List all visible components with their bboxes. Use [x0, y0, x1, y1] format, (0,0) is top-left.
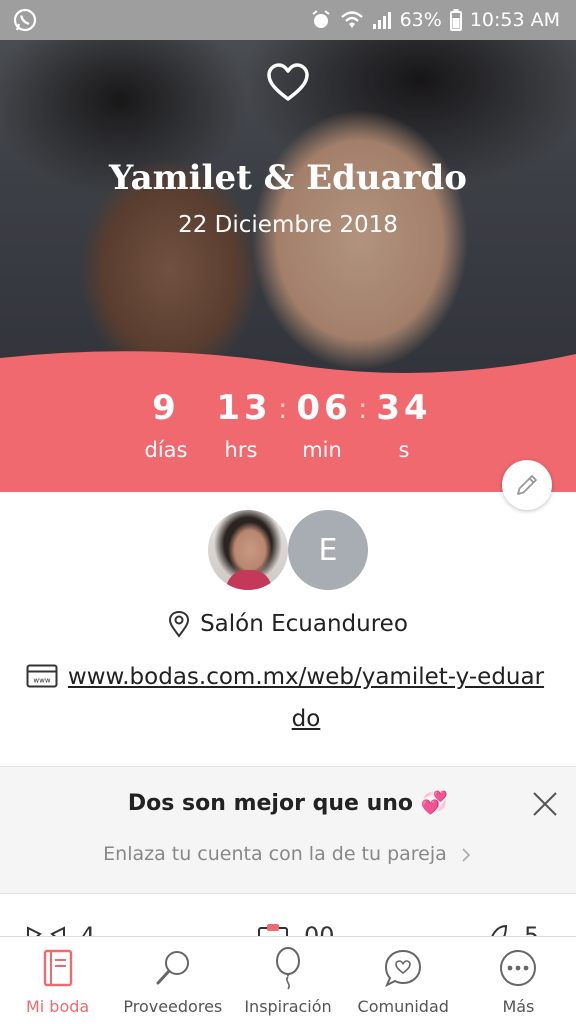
stat-tasks[interactable]: 4	[26, 922, 95, 936]
countdown-days-label: días	[144, 438, 188, 462]
status-bar: 63% 10:53 AM	[0, 0, 576, 40]
countdown: 9 13 : 06 : 34 días hrs min s	[0, 340, 576, 492]
countdown-seconds-label: s	[398, 438, 410, 462]
nav-proveedores[interactable]: Proveedores	[115, 937, 230, 1024]
link-partner-link[interactable]: Enlaza tu cuenta con la de tu pareja	[0, 843, 576, 865]
nav-label: Mi boda	[25, 997, 90, 1016]
nav-label: Más	[502, 997, 535, 1016]
venue[interactable]: Salón Ecuandureo	[0, 610, 576, 644]
stat-budget[interactable]: 00	[256, 922, 335, 936]
svg-text:www: www	[33, 677, 50, 685]
countdown-days: 9	[152, 388, 180, 428]
stat-third-value: 5	[524, 922, 540, 936]
whatsapp-icon	[12, 7, 38, 33]
partner-avatar[interactable]: E	[288, 510, 368, 590]
nav-mi-boda[interactable]: Mi boda	[0, 937, 115, 1024]
bottom-navigation: Mi boda Proveedores Inspiración Comunida…	[0, 936, 576, 1024]
signal-icon	[372, 10, 392, 30]
battery-icon	[449, 9, 462, 31]
countdown-seconds: 34	[376, 388, 432, 428]
nav-label: Comunidad	[357, 997, 449, 1016]
battery-percent: 63%	[399, 9, 442, 31]
chevron-right-icon	[462, 847, 470, 862]
clock: 10:53 AM	[469, 9, 560, 31]
notebook-icon	[36, 945, 80, 991]
banner-subtitle: Enlaza tu cuenta con la de tu pareja	[103, 843, 447, 865]
magnifier-icon	[151, 945, 195, 991]
countdown-hours: 13	[216, 388, 272, 428]
countdown-hours-label: hrs	[224, 438, 258, 462]
alarm-icon	[310, 9, 332, 31]
bride-avatar[interactable]	[208, 510, 288, 590]
couple-names: Yamilet & Eduardo	[109, 158, 467, 198]
stat-second-value: 00	[304, 922, 335, 936]
website-url[interactable]: www.bodas.com.mx/web/yamilet-y-eduardo	[26, 656, 546, 740]
clipboard-icon	[258, 924, 288, 936]
web-icon: www	[26, 664, 58, 688]
nav-label: Proveedores	[123, 997, 223, 1016]
link-partner-banner: Dos son mejor que uno 💞 Enlaza tu cuenta…	[0, 766, 576, 894]
stat-first-value: 4	[80, 922, 96, 936]
banner-title: Dos son mejor que uno 💞	[127, 791, 449, 816]
venue-name: Salón Ecuandureo	[200, 611, 408, 637]
ribbon-icon	[27, 926, 65, 936]
pencil-icon	[517, 475, 537, 495]
nav-comunidad[interactable]: Comunidad	[346, 937, 461, 1024]
stats-row: 4 00 5	[0, 922, 576, 936]
wedding-hero: Yamilet & Eduardo 22 Diciembre 2018 9 13…	[0, 40, 576, 492]
nav-mas[interactable]: Más	[461, 937, 576, 1024]
more-icon	[496, 945, 540, 991]
edit-wedding-button[interactable]	[502, 460, 552, 510]
chat-heart-icon	[381, 945, 425, 991]
leaf-icon	[491, 924, 508, 936]
close-icon[interactable]	[530, 789, 560, 819]
countdown-minutes: 06	[296, 388, 352, 428]
countdown-minutes-label: min	[302, 438, 342, 462]
location-pin-icon	[169, 610, 190, 638]
stat-suppliers[interactable]: 5	[486, 922, 539, 936]
wedding-date: 22 Diciembre 2018	[178, 212, 398, 238]
wifi-icon	[340, 10, 364, 30]
nav-inspiracion[interactable]: Inspiración	[230, 937, 345, 1024]
nav-label: Inspiración	[244, 997, 332, 1016]
heart-icon	[267, 63, 309, 101]
couple-avatars: E	[0, 510, 576, 590]
balloon-icon	[266, 945, 310, 991]
wedding-website-link[interactable]: www www.bodas.com.mx/web/yamilet-y-eduar…	[26, 656, 546, 740]
